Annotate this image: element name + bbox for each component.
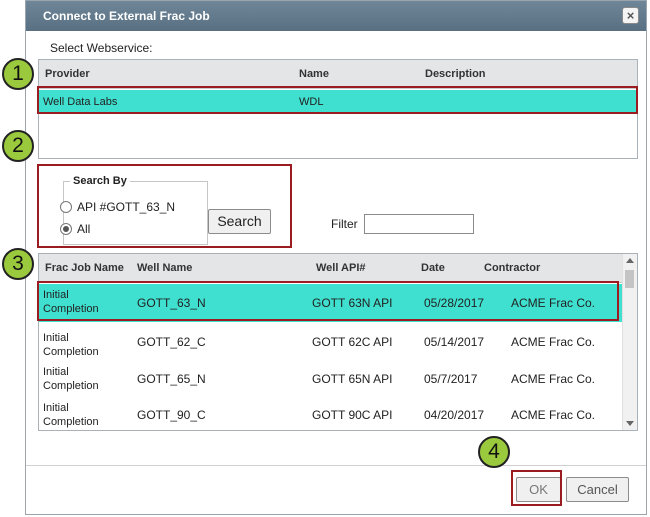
well-api: GOTT 62C API [312, 335, 393, 349]
callout-badge-4: 4 [478, 436, 510, 468]
column-header-contractor[interactable]: Contractor [484, 262, 540, 274]
filter-input[interactable] [364, 214, 474, 234]
well-name: GOTT_62_C [137, 335, 206, 349]
webservice-grid-header: Provider Name Description [39, 60, 637, 89]
well-name: GOTT_90_C [137, 408, 206, 422]
job-date: 05/14/2017 [424, 335, 485, 349]
well-api: GOTT 65N API [312, 372, 393, 386]
job-date: 04/20/2017 [424, 408, 485, 422]
contractor: ACME Frac Co. [511, 408, 596, 422]
frac-job-row[interactable]: Initial Completion GOTT_62_C GOTT 62C AP… [39, 327, 623, 365]
filter-label: Filter [331, 217, 358, 231]
frac-job-row[interactable]: Initial Completion GOTT_90_C GOTT 90C AP… [39, 400, 623, 430]
callout-badge-2: 2 [2, 130, 34, 162]
column-header-well-api[interactable]: Well API# [316, 262, 366, 274]
scroll-up-icon[interactable] [626, 258, 634, 263]
cancel-button[interactable]: Cancel [566, 477, 629, 502]
callout-badge-1: 1 [2, 58, 34, 90]
connect-frac-job-dialog: Connect to External Frac Job × Select We… [25, 0, 647, 515]
frac-jobs-scrollbar[interactable] [622, 254, 637, 430]
callout-box-ok [511, 470, 562, 506]
frac-jobs-grid: Frac Job Name Well Name Well API# Date C… [38, 253, 638, 431]
select-webservice-label: Select Webservice: [50, 41, 153, 55]
contractor: ACME Frac Co. [511, 335, 596, 349]
frac-job-name: Initial Completion [43, 366, 99, 392]
scrollbar-thumb[interactable] [625, 270, 634, 288]
frac-jobs-grid-header: Frac Job Name Well Name Well API# Date C… [39, 254, 623, 283]
job-date: 05/7/2017 [424, 372, 478, 386]
column-header-date[interactable]: Date [421, 262, 445, 274]
column-header-description[interactable]: Description [425, 68, 486, 80]
callout-box-search [37, 164, 292, 248]
column-header-well-name[interactable]: Well Name [137, 262, 192, 274]
frac-job-row[interactable]: Initial Completion GOTT_65_N GOTT 65N AP… [39, 364, 623, 402]
well-api: GOTT 90C API [312, 408, 393, 422]
column-header-provider[interactable]: Provider [45, 68, 90, 80]
frac-job-name: Initial Completion [43, 402, 99, 428]
callout-box-job-row [37, 281, 619, 321]
contractor: ACME Frac Co. [511, 372, 596, 386]
callout-badge-3: 3 [2, 248, 34, 280]
dialog-title-bar[interactable]: Connect to External Frac Job × [26, 1, 646, 31]
scroll-down-icon[interactable] [626, 421, 634, 426]
well-name: GOTT_65_N [137, 372, 206, 386]
callout-box-webservice [37, 86, 638, 114]
column-header-frac-job-name[interactable]: Frac Job Name [45, 262, 124, 274]
column-header-name[interactable]: Name [299, 68, 329, 80]
dialog-title: Connect to External Frac Job [43, 9, 210, 23]
close-icon[interactable]: × [622, 7, 639, 24]
frac-job-name: Initial Completion [43, 332, 99, 358]
